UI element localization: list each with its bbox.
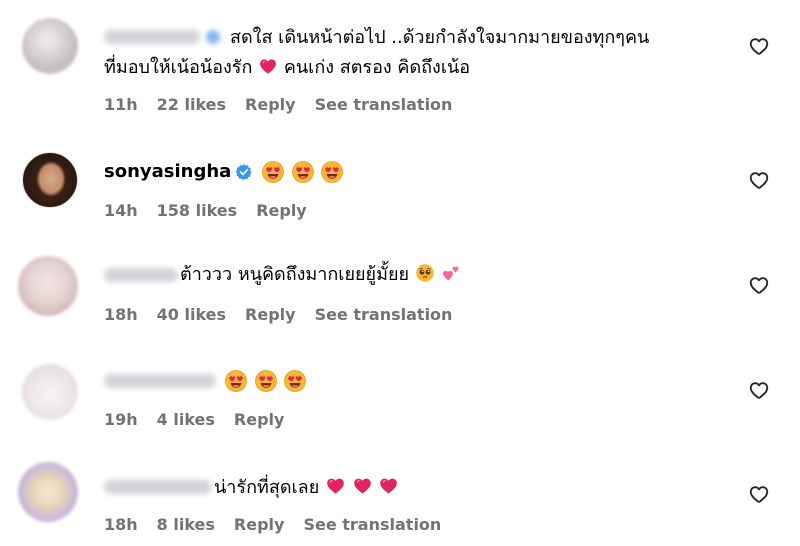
comment-time[interactable]: 19h: [104, 410, 138, 429]
like-count[interactable]: 8 likes: [157, 515, 215, 534]
see-translation-link[interactable]: See translation: [303, 515, 441, 534]
avatar[interactable]: [22, 152, 78, 208]
reply-button[interactable]: Reply: [256, 201, 307, 220]
comment-item: สดใส เดินหน้าต่อไป ..ด้วยกำลังใจมากมายขอ…: [0, 0, 800, 130]
comment-text-line: ที่มอบให้เน้อน้องรัก: [104, 57, 253, 78]
heart-outline-icon[interactable]: [748, 274, 770, 296]
reply-button[interactable]: Reply: [234, 515, 285, 534]
comment-time[interactable]: 18h: [104, 305, 138, 324]
like-count[interactable]: 158 likes: [157, 201, 238, 220]
comment-text-line: สดใส เดินหน้าต่อไป ..ด้วยกำลังใจมากมายขอ…: [230, 27, 650, 48]
username[interactable]: [104, 480, 212, 494]
avatar[interactable]: [18, 462, 78, 522]
smiling-face-heart-eyes-icon: [283, 369, 307, 400]
comment-meta: 14h 158 likes Reply: [104, 201, 307, 221]
comment-item: น่ารักที่สุดเลย 18h 8 likes Reply See trans…: [0, 450, 800, 546]
comment-text-line: คนเก่ง สตรอง คิดถึงเน้อ: [283, 57, 471, 78]
comment-text: ที่มอบให้เน้อน้องรัก คนเก่ง สตรอง คิดถึง…: [104, 56, 470, 83]
comment-time[interactable]: 18h: [104, 515, 138, 534]
comment-meta: 18h 8 likes Reply See translation: [104, 515, 441, 535]
comment-item: 19h 4 likes Reply: [0, 344, 800, 450]
username[interactable]: [104, 30, 200, 44]
like-count[interactable]: 4 likes: [157, 410, 215, 429]
reply-button[interactable]: Reply: [234, 410, 285, 429]
comment-time[interactable]: 11h: [104, 95, 138, 114]
comment-time[interactable]: 14h: [104, 201, 138, 220]
red-heart-icon: [325, 475, 346, 503]
avatar[interactable]: [18, 256, 78, 316]
smiling-face-heart-eyes-icon: [224, 369, 248, 400]
heart-outline-icon[interactable]: [748, 35, 770, 57]
avatar[interactable]: [22, 364, 78, 420]
like-count[interactable]: 22 likes: [157, 95, 226, 114]
comment-text: น่ารักที่สุดเลย: [214, 475, 399, 503]
username[interactable]: sonyasingha: [104, 160, 231, 184]
reply-button[interactable]: Reply: [245, 305, 296, 324]
smiling-face-heart-eyes-icon: [254, 369, 278, 400]
avatar[interactable]: [22, 18, 78, 74]
username[interactable]: [104, 268, 178, 282]
comment-text: [261, 160, 344, 191]
see-translation-link[interactable]: See translation: [315, 305, 453, 324]
two-hearts-icon: [441, 263, 461, 290]
heart-outline-icon[interactable]: [748, 379, 770, 401]
like-count[interactable]: 40 likes: [157, 305, 226, 324]
comment-item: sonyasingha 14h 158 likes Reply: [0, 130, 800, 238]
smiling-face-heart-eyes-icon: [320, 160, 344, 191]
comment-text-line: ต้าววว หนูคิดถึงมากเยยยู้มั้ยย: [180, 264, 410, 285]
red-heart-icon: [258, 56, 278, 83]
pleading-face-icon: [415, 263, 435, 290]
red-heart-icon: [378, 475, 399, 503]
verified-badge-icon: [206, 30, 220, 44]
reply-button[interactable]: Reply: [245, 95, 296, 114]
smiling-face-heart-eyes-icon: [291, 160, 315, 191]
see-translation-link[interactable]: See translation: [315, 95, 453, 114]
comment-text: สดใส เดินหน้าต่อไป ..ด้วยกำลังใจมากมายขอ…: [230, 26, 649, 50]
comment-item: ต้าววว หนูคิดถึงมากเยยยู้มั้ยย 18h 40 lik…: [0, 238, 800, 344]
verified-badge-icon: [235, 163, 253, 181]
comment-meta: 19h 4 likes Reply: [104, 410, 284, 430]
comment-text-line: น่ารักที่สุดเลย: [214, 477, 320, 498]
comment-text: ต้าววว หนูคิดถึงมากเยยยู้มั้ยย: [180, 263, 461, 290]
comment-meta: 18h 40 likes Reply See translation: [104, 305, 452, 325]
comment-text: [224, 369, 307, 400]
smiling-face-heart-eyes-icon: [261, 160, 285, 191]
heart-outline-icon[interactable]: [748, 169, 770, 191]
red-heart-icon: [352, 475, 373, 503]
comment-meta: 11h 22 likes Reply See translation: [104, 95, 452, 115]
username[interactable]: [104, 374, 216, 388]
heart-outline-icon[interactable]: [748, 483, 770, 505]
